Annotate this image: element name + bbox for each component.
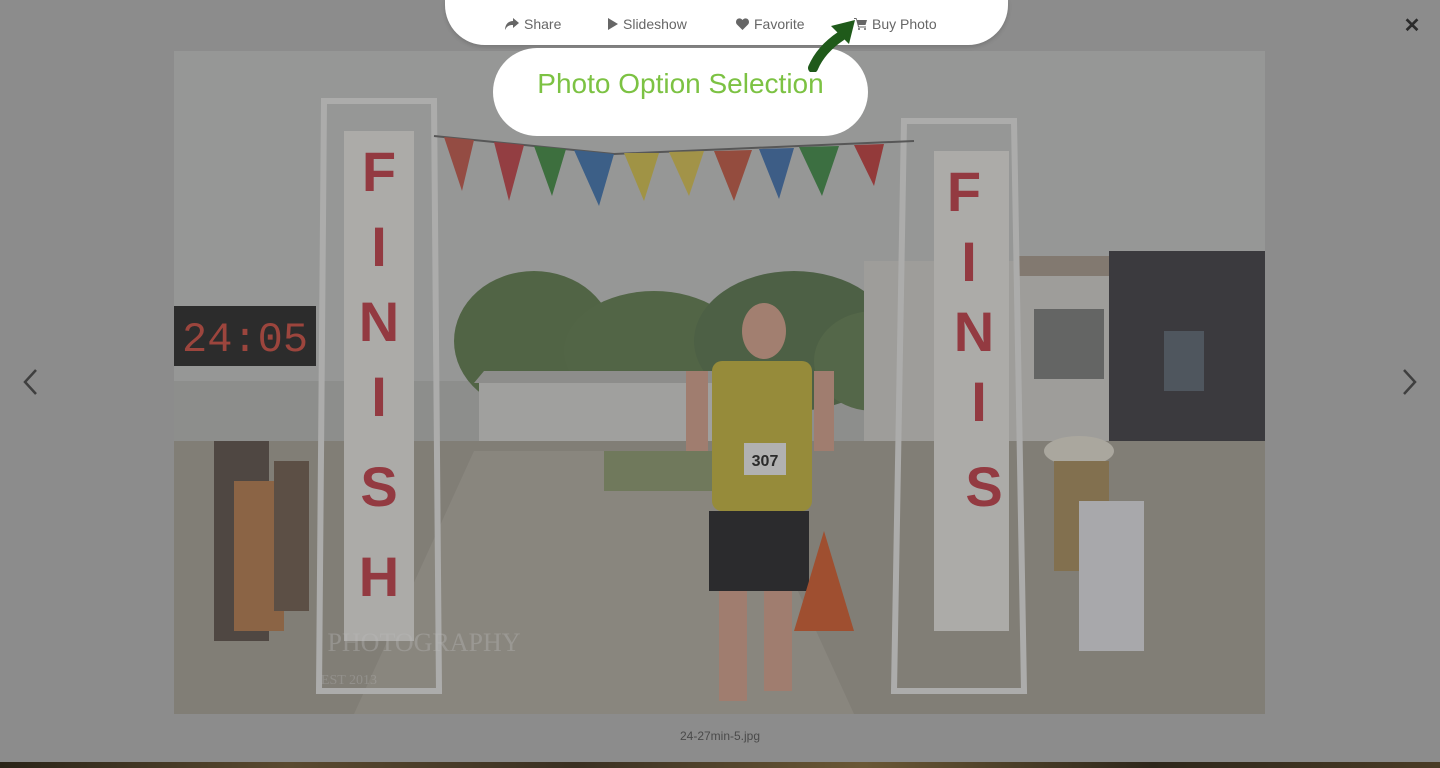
previous-photo-button[interactable] [16, 368, 44, 404]
favorite-button[interactable]: Favorite [736, 14, 805, 34]
background-page-strip [0, 762, 1440, 768]
play-icon [608, 18, 618, 30]
share-icon [505, 18, 519, 30]
close-icon: ✕ [1403, 15, 1421, 37]
next-photo-button[interactable] [1396, 368, 1424, 404]
slideshow-label: Slideshow [623, 16, 687, 32]
photo-toolbar: Share Slideshow Favorite Buy Photo [445, 0, 1008, 45]
favorite-label: Favorite [754, 16, 805, 32]
share-button[interactable]: Share [505, 14, 561, 34]
chevron-right-icon [1403, 369, 1417, 395]
buy-photo-label: Buy Photo [872, 16, 937, 32]
close-button[interactable]: ✕ [1400, 14, 1424, 38]
share-label: Share [524, 16, 562, 32]
photo-filename: 24-27min-5.jpg [679, 729, 761, 743]
slideshow-button[interactable]: Slideshow [608, 14, 687, 34]
heart-icon [736, 18, 749, 30]
annotation-arrow-icon [805, 16, 861, 77]
main-photo: 24:05 F I N I S H F I N I S [174, 51, 1265, 714]
buy-photo-button[interactable]: Buy Photo [854, 14, 937, 34]
lightbox-overlay: 24:05 F I N I S H F I N I S [0, 0, 1440, 762]
chevron-left-icon [23, 369, 37, 395]
